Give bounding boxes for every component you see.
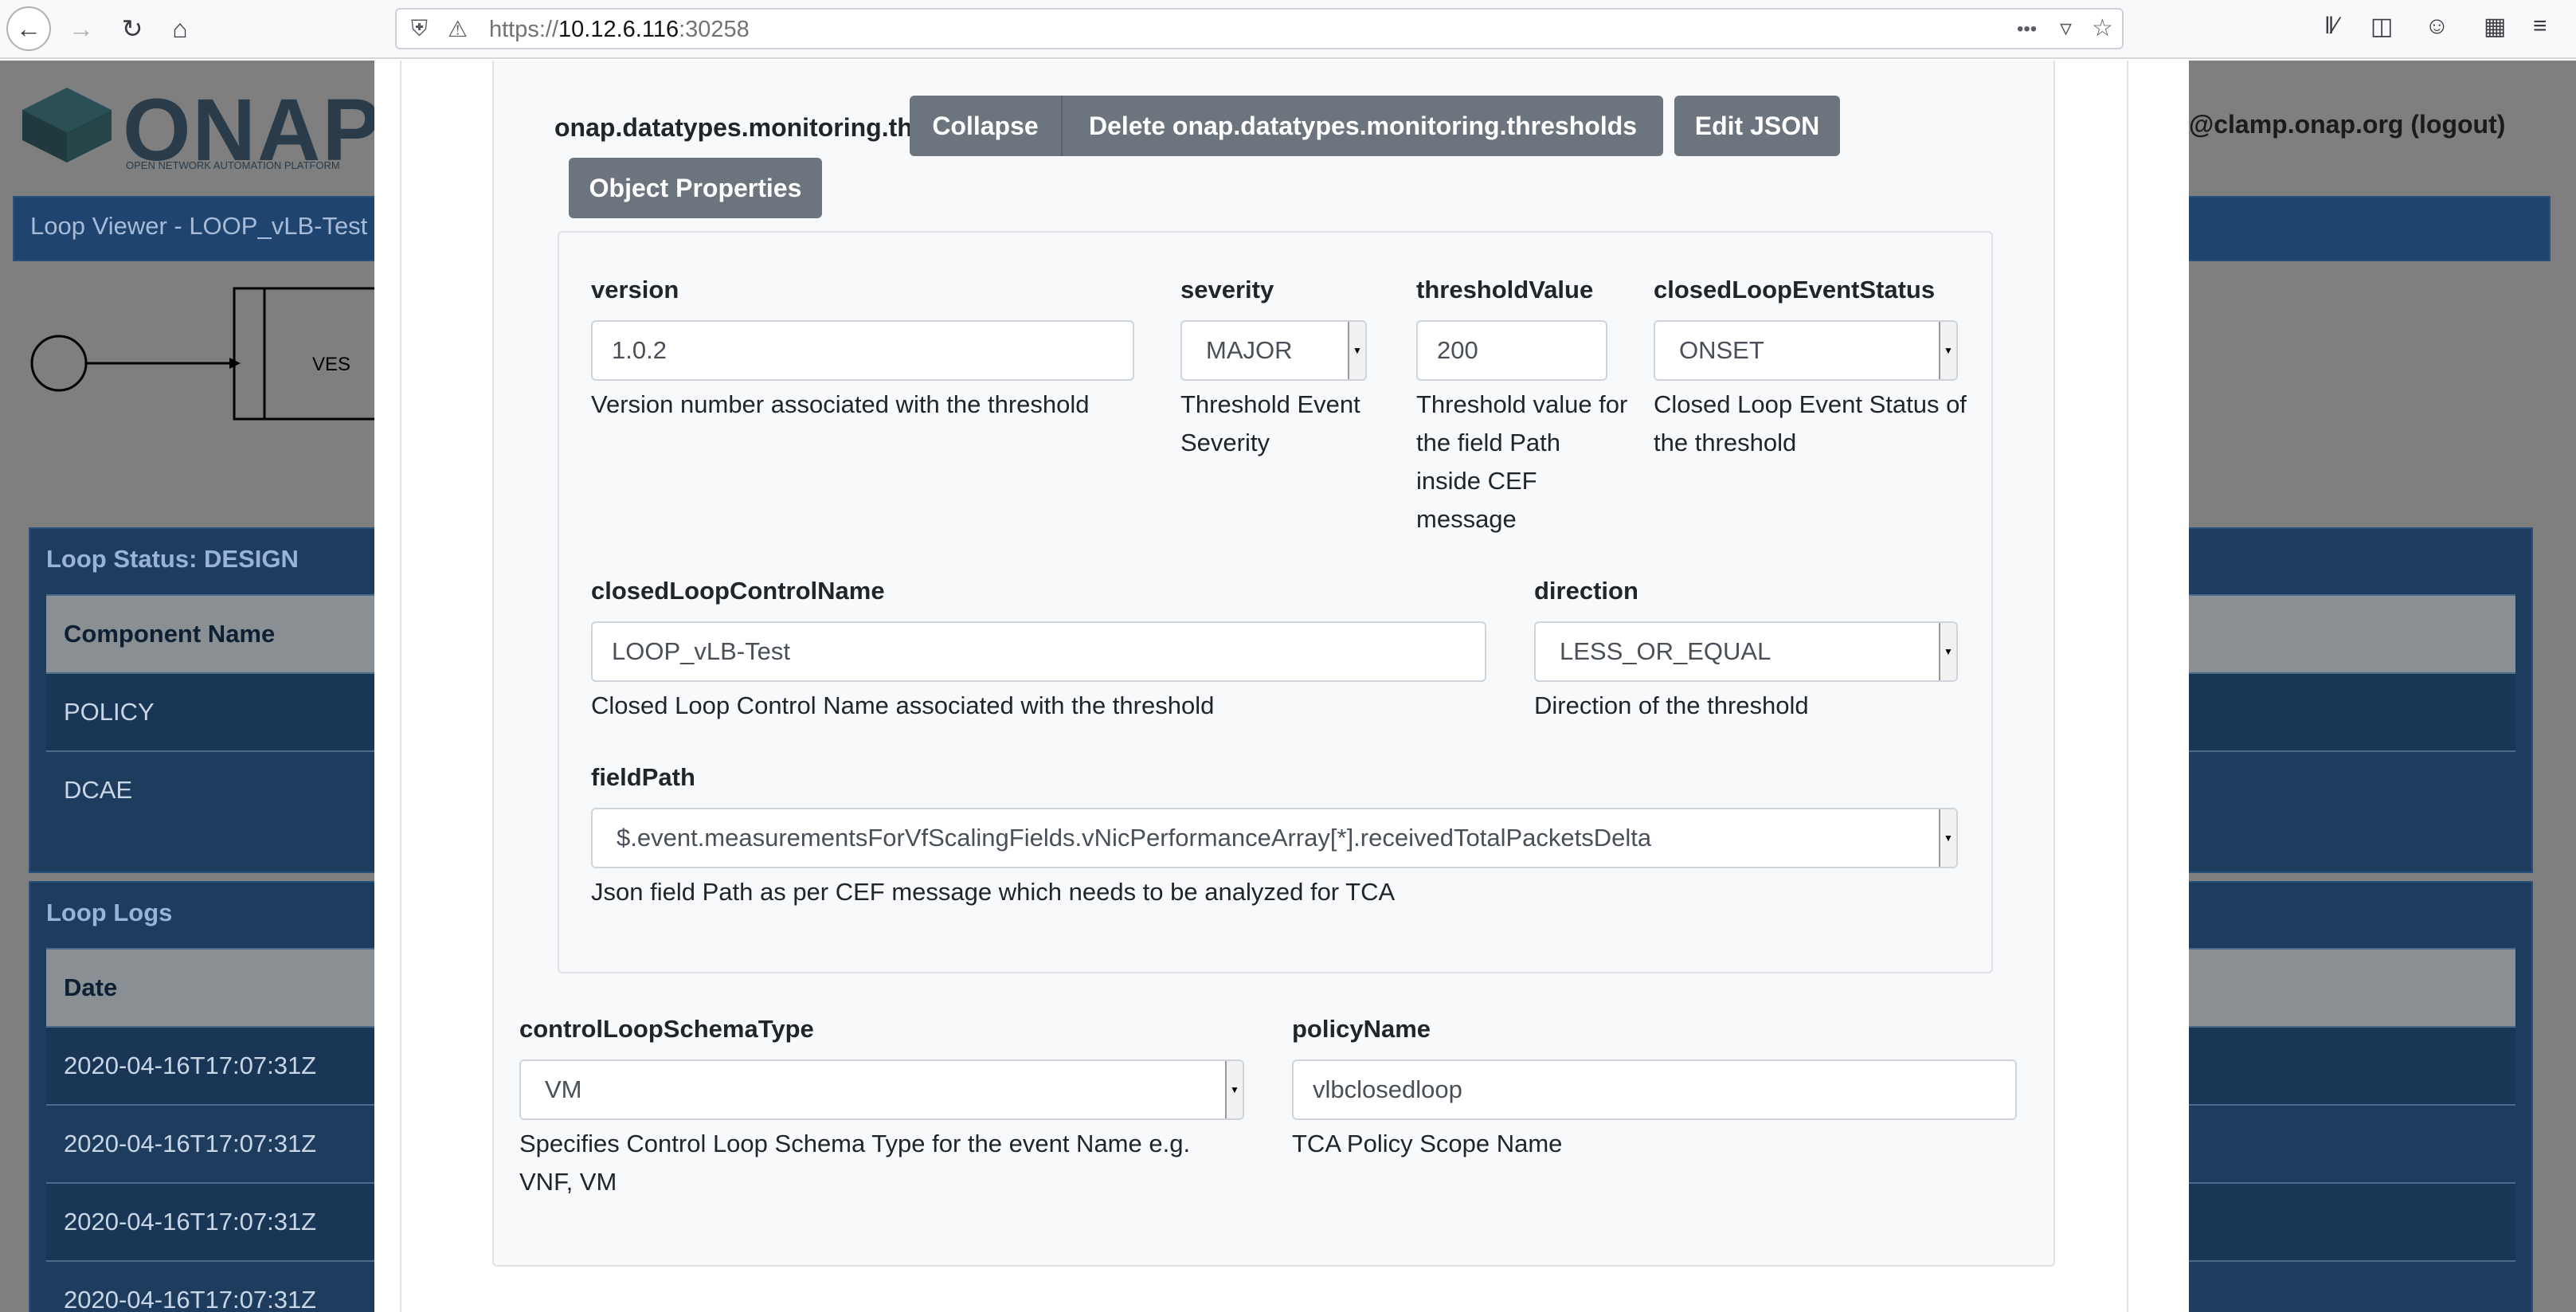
home-button[interactable]: ⌂	[158, 6, 202, 51]
version-input[interactable]: 1.0.2	[591, 320, 1134, 381]
control-loop-schema-type-select[interactable]: VM ▼	[519, 1059, 1244, 1120]
browser-toolbar: ← → ↻ ⌂ ⛨ ⚠ https://10.12.6.116:30258 ••…	[0, 0, 2576, 59]
edit-json-button[interactable]: Edit JSON	[1674, 96, 1840, 156]
closed-loop-event-status-value: ONSET	[1679, 336, 1764, 364]
bookmark-star-icon[interactable]: ☆	[2092, 14, 2113, 42]
threshold-value-help: Threshold value for the field Path insid…	[1416, 390, 1628, 533]
object-properties-button[interactable]: Object Properties	[569, 158, 822, 218]
threshold-value-input[interactable]: 200	[1416, 320, 1607, 381]
direction-label: direction	[1534, 577, 1638, 605]
field-path-select[interactable]: $.event.measurementsForVfScalingFields.v…	[591, 808, 1958, 868]
reload-icon: ↻	[121, 14, 143, 43]
log-date-cell: 2020-04-16T17:07:31Z	[64, 1208, 317, 1236]
closed-loop-control-name-label: closedLoopControlName	[591, 577, 885, 605]
log-date-cell: 2020-04-16T17:07:31Z	[64, 1130, 317, 1157]
chevron-down-icon: ▼	[1939, 322, 1956, 379]
direction-select[interactable]: LESS_OR_EQUAL ▼	[1534, 621, 1958, 682]
field-path-help: Json field Path as per CEF message which…	[591, 878, 1396, 906]
severity-value: MAJOR	[1206, 336, 1293, 364]
policy-properties-card: onap.datatypes.monitoring.thresholds 1 C…	[492, 61, 2055, 1267]
chevron-down-icon: ▼	[1939, 623, 1956, 680]
url-bar[interactable]: ⛨ ⚠ https://10.12.6.116:30258 ••• ▿ ☆	[395, 8, 2124, 49]
closed-loop-event-status-label: closedLoopEventStatus	[1654, 276, 1936, 304]
log-date-cell: 2020-04-16T17:07:31Z	[64, 1286, 317, 1312]
home-icon: ⌂	[172, 14, 188, 43]
logo-subtitle: OPEN NETWORK AUTOMATION PLATFORM	[126, 159, 340, 171]
arrow-left-icon: ←	[16, 14, 41, 43]
chevron-down-icon: ▼	[1225, 1061, 1243, 1118]
field-path-value: $.event.measurementsForVfScalingFields.v…	[617, 824, 1652, 852]
severity-label: severity	[1180, 276, 1274, 304]
loop-diagram-svg	[30, 287, 411, 421]
field-path-label: fieldPath	[591, 763, 695, 791]
version-help: Version number associated with the thres…	[591, 390, 1090, 418]
page-actions-icon[interactable]: •••	[2017, 18, 2037, 41]
version-label: version	[591, 276, 679, 304]
delete-thresholds-button[interactable]: Delete onap.datatypes.monitoring.thresho…	[1063, 96, 1663, 156]
control-loop-schema-type-label: controlLoopSchemaType	[519, 1015, 814, 1043]
pocket-icon[interactable]: ▿	[2060, 14, 2072, 42]
thresholds-card: version 1.0.2 Version number associated …	[558, 231, 1993, 973]
modal-body: onap.datatypes.monitoring.thresholds 1 C…	[400, 61, 2128, 1312]
component-cell: DCAE	[64, 776, 133, 804]
configuration-modal: onap.datatypes.monitoring.thresholds 1 C…	[374, 61, 2189, 1312]
threshold-value-label: thresholdValue	[1416, 276, 1594, 304]
chevron-down-icon: ▼	[1939, 809, 1956, 867]
direction-help: Direction of the threshold	[1534, 691, 1809, 719]
severity-help: Threshold Event Severity	[1180, 390, 1360, 456]
forward-button[interactable]: →	[59, 6, 104, 51]
insecure-lock-icon[interactable]: ⚠	[448, 16, 468, 42]
closed-loop-event-status-select[interactable]: ONSET ▼	[1654, 320, 1958, 381]
log-date-cell: 2020-04-16T17:07:31Z	[64, 1052, 317, 1079]
column-header-component-name: Component Name	[64, 620, 276, 648]
sidebar-icon[interactable]: ◫	[2370, 13, 2393, 41]
ves-node-label: VES	[312, 354, 351, 375]
control-loop-schema-type-help: Specifies Control Loop Schema Type for t…	[519, 1130, 1191, 1196]
reload-button[interactable]: ↻	[110, 6, 155, 51]
logo-cube-icon	[22, 88, 112, 163]
chevron-down-icon: ▼	[1348, 322, 1365, 379]
closed-loop-control-name-input[interactable]: LOOP_vLB-Test	[591, 621, 1486, 682]
arrow-right-icon: →	[69, 14, 94, 43]
component-cell: POLICY	[64, 698, 155, 726]
loop-viewer-title: Loop Viewer - LOOP_vLB-Test	[30, 212, 368, 240]
extensions-icon[interactable]: ▦	[2484, 13, 2506, 41]
menu-icon[interactable]: ≡	[2533, 13, 2547, 40]
closed-loop-event-status-help: Closed Loop Event Status of the threshol…	[1654, 390, 1967, 456]
logout-link[interactable]: mp@clamp.onap.org (logout)	[2151, 110, 2505, 139]
loop-logs-title: Loop Logs	[46, 899, 173, 926]
column-header-date: Date	[64, 973, 118, 1001]
back-button[interactable]: ←	[6, 6, 51, 51]
policy-name-label: policyName	[1292, 1015, 1431, 1043]
policy-name-input[interactable]: vlbclosedloop	[1292, 1059, 2017, 1120]
url-text[interactable]: https://10.12.6.116:30258	[489, 17, 750, 43]
collapse-button[interactable]: Collapse	[910, 96, 1061, 156]
library-icon[interactable]: ‖⁄	[2324, 13, 2338, 40]
control-loop-schema-type-value: VM	[545, 1075, 582, 1103]
start-node[interactable]	[30, 335, 88, 392]
loop-status-title: Loop Status: DESIGN	[46, 545, 299, 573]
account-icon[interactable]: ☺	[2425, 13, 2449, 40]
shield-icon[interactable]: ⛨	[411, 16, 428, 42]
direction-value: LESS_OR_EQUAL	[1560, 637, 1771, 665]
severity-select[interactable]: MAJOR ▼	[1180, 320, 1367, 381]
closed-loop-control-name-help: Closed Loop Control Name associated with…	[591, 691, 1215, 719]
policy-name-help: TCA Policy Scope Name	[1292, 1130, 1563, 1157]
object-button-group: Collapse Delete onap.datatypes.monitorin…	[910, 96, 1663, 156]
